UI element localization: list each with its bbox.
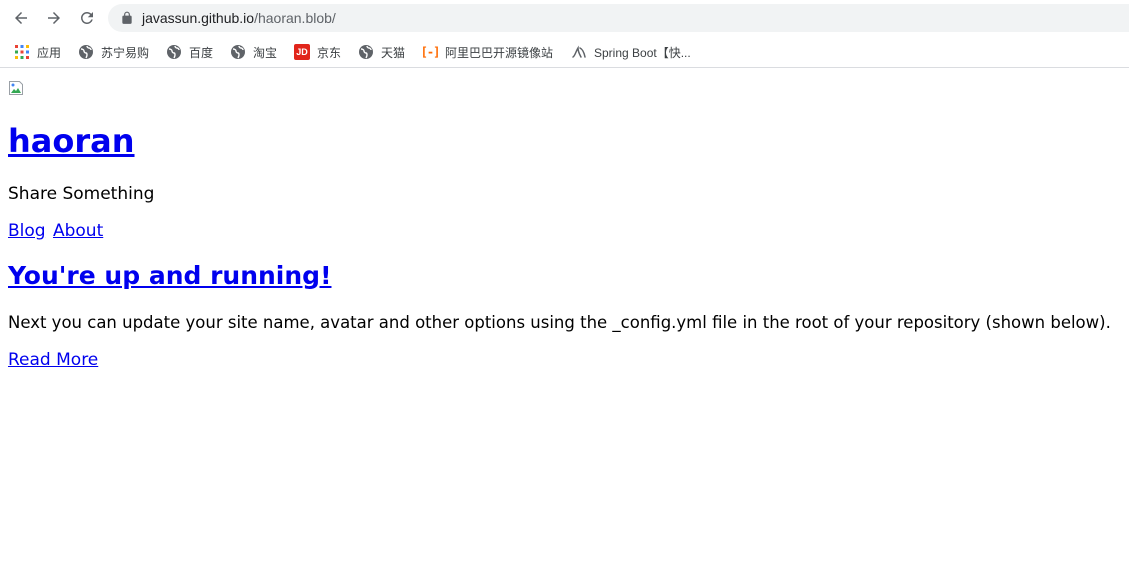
site-nav: Blog About bbox=[8, 220, 105, 242]
url-text[interactable]: javassun.github.io/haoran.blob/ bbox=[142, 9, 336, 27]
bookmark-suning[interactable]: 苏宁易购 bbox=[78, 42, 149, 62]
read-more-link[interactable]: Read More bbox=[8, 349, 98, 371]
globe-icon bbox=[78, 44, 94, 60]
post-excerpt: Next you can update your site name, avat… bbox=[8, 313, 1111, 332]
post-title-link[interactable]: You're up and running! bbox=[8, 260, 331, 292]
site-title-link[interactable]: haoran bbox=[8, 122, 135, 160]
globe-icon bbox=[358, 44, 374, 60]
reload-button[interactable] bbox=[75, 6, 99, 30]
browser-toolbar: javassun.github.io/haoran.blob/ bbox=[0, 0, 1129, 36]
bookmark-label: Spring Boot【快... bbox=[594, 45, 691, 60]
arrow-right-icon bbox=[48, 12, 60, 24]
url-path: /haoran.blob/ bbox=[254, 10, 336, 26]
bookmark-label: 百度 bbox=[189, 45, 214, 60]
arrow-left-icon bbox=[15, 12, 27, 24]
apps-grid-icon bbox=[14, 44, 30, 60]
jd-logo-icon: JD bbox=[294, 44, 310, 60]
spring-boot-icon bbox=[571, 44, 587, 60]
forward-button[interactable] bbox=[42, 6, 66, 30]
site-description: Share Something bbox=[8, 184, 155, 204]
bookmark-label: 苏宁易购 bbox=[101, 45, 150, 60]
bookmark-label: 淘宝 bbox=[253, 45, 278, 60]
bookmark-jd[interactable]: JD 京东 bbox=[294, 42, 341, 62]
reload-icon bbox=[80, 11, 93, 24]
globe-icon bbox=[166, 44, 182, 60]
bookmark-label: 应用 bbox=[37, 45, 62, 60]
back-button[interactable] bbox=[9, 6, 33, 30]
address-bar[interactable]: javassun.github.io/haoran.blob/ bbox=[108, 4, 1129, 32]
globe-icon bbox=[230, 44, 246, 60]
bookmark-spring-boot[interactable]: Spring Boot【快... bbox=[571, 42, 691, 62]
url-host: javassun.github.io bbox=[142, 10, 255, 26]
nav-link-blog[interactable]: Blog bbox=[8, 221, 46, 241]
bookmark-apps[interactable]: 应用 bbox=[14, 42, 61, 62]
bookmark-aliyun-mirror[interactable]: [-] 阿里巴巴开源镜像站 bbox=[420, 42, 554, 62]
bookmark-label: 京东 bbox=[317, 45, 342, 60]
lock-icon[interactable] bbox=[120, 11, 134, 25]
bookmark-taobao[interactable]: 淘宝 bbox=[230, 42, 277, 62]
aliyun-logo-icon: [-] bbox=[420, 45, 441, 59]
broken-image-icon bbox=[8, 80, 24, 96]
bookmarks-bar: 应用 苏宁易购 百度 淘宝 JD 京东 天猫 [-] 阿里巴巴开源镜像站 Spr… bbox=[0, 36, 1129, 68]
bookmark-label: 阿里巴巴开源镜像站 bbox=[445, 45, 554, 60]
bookmark-tmall[interactable]: 天猫 bbox=[358, 42, 405, 62]
bookmark-baidu[interactable]: 百度 bbox=[166, 42, 213, 62]
nav-link-about[interactable]: About bbox=[53, 221, 103, 241]
bookmark-label: 天猫 bbox=[381, 45, 406, 60]
